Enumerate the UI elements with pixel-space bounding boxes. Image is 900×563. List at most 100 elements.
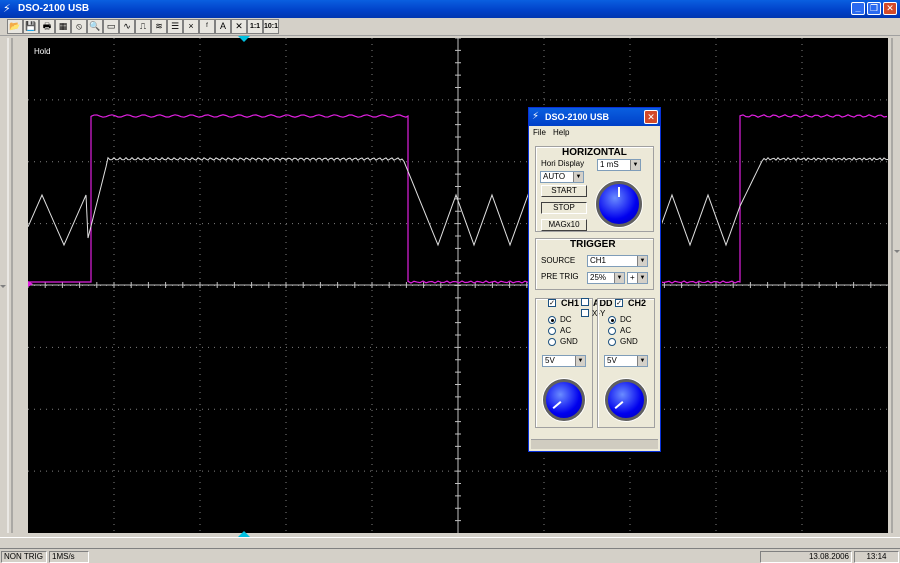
knob-pointer: [618, 187, 620, 197]
trigger-slope-select[interactable]: + ▼: [627, 272, 648, 284]
control-panel-dialog: ⚡ DSO-2100 USB ✕ File Help HORIZONTAL Ho…: [528, 107, 661, 452]
pre-trig-value: 25%: [590, 273, 607, 282]
ch2-label: CH2: [628, 298, 647, 308]
wave-icon[interactable]: ∿: [119, 19, 135, 34]
time-base-value: 1 mS: [600, 160, 619, 169]
ch2-group: ✓ CH2 DC AC GND 5V ▼: [597, 298, 655, 428]
oscilloscope-display[interactable]: Hold: [28, 38, 888, 533]
add-checkbox[interactable]: [581, 298, 589, 306]
chevron-down-icon: ▼: [614, 273, 624, 283]
status-time: 13:14: [854, 551, 899, 563]
ch1-volts-knob[interactable]: [543, 379, 585, 421]
grid-icon[interactable]: ▭: [103, 19, 119, 34]
dialog-menu-bar: File Help: [529, 126, 660, 139]
window-title: DSO-2100 USB: [18, 3, 90, 14]
horizontal-scrollbar[interactable]: [0, 537, 900, 548]
chevron-down-icon: ▼: [630, 160, 640, 170]
sample-rate: 1MS/s: [49, 551, 89, 563]
cross-icon[interactable]: ×: [183, 19, 199, 34]
xy-checkbox[interactable]: [581, 309, 589, 317]
ch2-dc-radio[interactable]: [608, 316, 616, 324]
ch1-ac-label: AC: [560, 326, 572, 335]
knob-pointer: [614, 401, 624, 409]
horizontal-group: HORIZONTAL Hori Display 1 mS ▼ AUTO ▼ ST…: [535, 146, 654, 232]
ch1-dc-radio[interactable]: [548, 316, 556, 324]
ch2-checkbox[interactable]: ✓: [615, 299, 623, 307]
trigger-heading: TRIGGER: [570, 239, 616, 250]
zoom-icon[interactable]: 🔍: [87, 19, 103, 34]
ratio-10-1-icon[interactable]: 10:1: [263, 19, 279, 34]
chevron-down-icon: ▼: [637, 356, 647, 366]
ch1-label: CH1: [561, 298, 580, 308]
knob-pointer: [552, 401, 562, 409]
trigger-status: NON TRIG: [1, 551, 47, 563]
ch1-ac-radio[interactable]: [548, 327, 556, 335]
dialog-title: DSO-2100 USB: [545, 112, 610, 122]
chevron-down-icon: ▼: [637, 273, 647, 283]
trigger-source-select[interactable]: CH1 ▼: [587, 255, 648, 267]
fft-icon[interactable]: ᶠ: [199, 19, 215, 34]
ch2-volts-knob[interactable]: [605, 379, 647, 421]
chevron-down-icon: ▼: [575, 356, 585, 366]
lines-icon[interactable]: ☰: [167, 19, 183, 34]
save-icon[interactable]: 💾: [23, 19, 39, 34]
app-icon: ⚡: [3, 3, 11, 15]
ch2-volts-value: 5V: [607, 356, 617, 365]
menu-file[interactable]: File: [533, 128, 546, 137]
ch1-gnd-radio[interactable]: [548, 338, 556, 346]
mag-x10-button[interactable]: MAGx10: [541, 219, 587, 231]
ch1-gnd-label: GND: [560, 337, 578, 346]
start-button[interactable]: START: [541, 185, 587, 197]
status-date: 13.08.2006: [760, 551, 852, 563]
trigger-group: TRIGGER SOURCE CH1 ▼ PRE TRIG 25% ▼ + ▼: [535, 238, 654, 290]
right-ruler: [889, 38, 900, 533]
pre-trig-label: PRE TRIG: [541, 272, 579, 281]
stop-button[interactable]: STOP: [541, 202, 587, 214]
chevron-down-icon: ▼: [573, 172, 583, 182]
print-preview-icon[interactable]: ▦: [55, 19, 71, 34]
ratio-1-1-icon[interactable]: 1:1: [247, 19, 263, 34]
close-button[interactable]: ✕: [883, 2, 897, 15]
time-base-select[interactable]: 1 mS ▼: [597, 159, 641, 171]
display-mode-select[interactable]: AUTO ▼: [540, 171, 584, 183]
dialog-app-icon: ⚡: [532, 111, 540, 122]
main-window: ⚡ DSO-2100 USB _ ❐ ✕ 📂 💾 🖶 ▦ ⦸ 🔍 ▭ ∿ ⎍ ≋ ☰ × ᶠ A ✕ 1:1 1…: [0, 0, 900, 563]
dialog-title-bar[interactable]: ⚡ DSO-2100 USB ✕: [529, 108, 660, 126]
multi-wave-icon[interactable]: ≋: [151, 19, 167, 34]
dialog-close-button[interactable]: ✕: [644, 110, 658, 124]
trigger-position-marker-top[interactable]: [238, 36, 250, 42]
print-icon[interactable]: 🖶: [39, 19, 55, 34]
title-bar[interactable]: ⚡ DSO-2100 USB _ ❐ ✕: [0, 0, 900, 18]
pre-trig-select[interactable]: 25% ▼: [587, 272, 625, 284]
display-mode-value: AUTO: [543, 172, 566, 181]
dialog-bottom-bar: [531, 439, 658, 449]
ch2-gnd-label: GND: [620, 337, 638, 346]
ch1-group: ✓ CH1 DC AC GND 5V ▼: [535, 298, 593, 428]
menu-help[interactable]: Help: [553, 128, 569, 137]
close-cursor-icon[interactable]: ✕: [231, 19, 247, 34]
waveform-canvas: [28, 38, 888, 533]
hold-indicator: Hold: [34, 47, 51, 56]
status-bar: NON TRIG 1MS/s 13.08.2006 13:14: [0, 548, 900, 563]
ch2-dc-label: DC: [620, 315, 632, 324]
open-folder-icon[interactable]: 📂: [7, 19, 23, 34]
toolbar: 📂 💾 🖶 ▦ ⦸ 🔍 ▭ ∿ ⎍ ≋ ☰ × ᶠ A ✕ 1:1 10:1: [0, 18, 900, 36]
maximize-button[interactable]: ❐: [867, 2, 881, 15]
ch1-volts-select[interactable]: 5V ▼: [542, 355, 586, 367]
ch2-ac-label: AC: [620, 326, 632, 335]
horizontal-heading: HORIZONTAL: [562, 147, 627, 158]
ch2-volts-select[interactable]: 5V ▼: [604, 355, 648, 367]
ch1-dc-label: DC: [560, 315, 572, 324]
wave-step-icon[interactable]: ⎍: [135, 19, 151, 34]
ch2-gnd-radio[interactable]: [608, 338, 616, 346]
ch2-ac-radio[interactable]: [608, 327, 616, 335]
minimize-button[interactable]: _: [851, 2, 865, 15]
ch1-volts-value: 5V: [545, 356, 555, 365]
ch1-checkbox[interactable]: ✓: [548, 299, 556, 307]
chevron-down-icon: ▼: [637, 256, 647, 266]
cursor-a-icon[interactable]: A: [215, 19, 231, 34]
time-base-knob[interactable]: [596, 181, 642, 227]
hori-display-label: Hori Display: [541, 159, 585, 168]
no-entry-icon[interactable]: ⦸: [71, 19, 87, 34]
trigger-slope-value: +: [630, 273, 635, 282]
